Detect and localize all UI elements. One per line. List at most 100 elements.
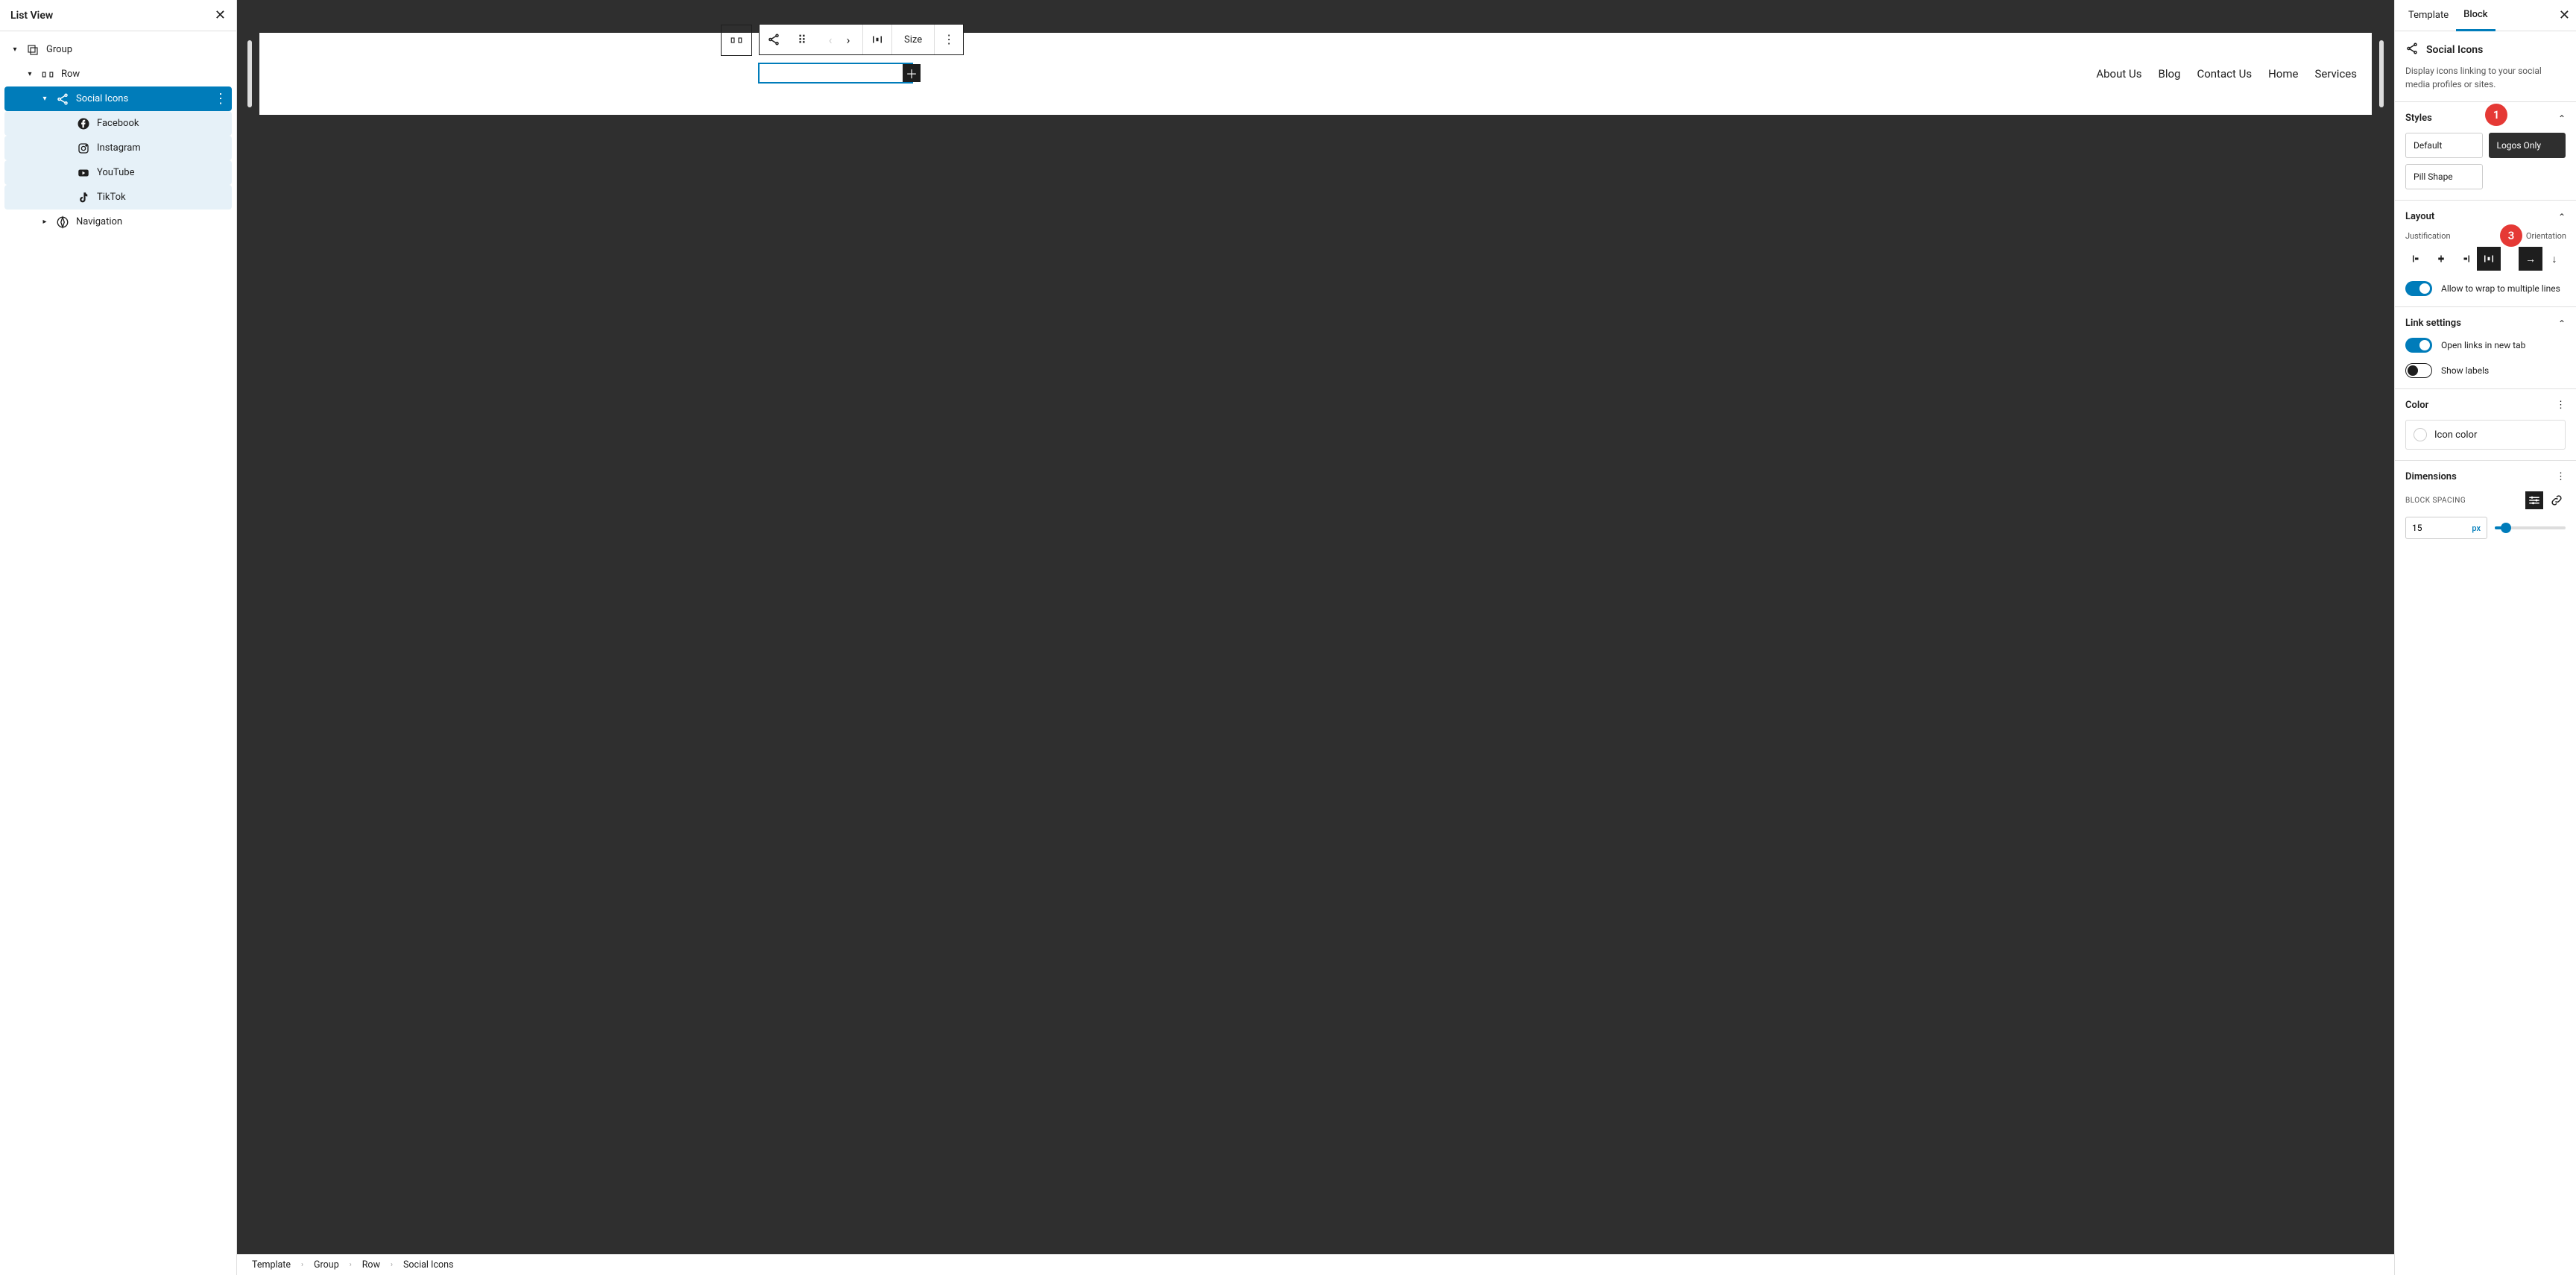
style-default[interactable]: Default [2405, 133, 2483, 158]
tree-item-youtube[interactable]: YouTube [4, 160, 232, 185]
chevron-right-icon: › [350, 1261, 352, 1269]
add-block-button[interactable]: ＋ [903, 64, 921, 82]
nav-link[interactable]: Contact Us [2197, 67, 2252, 81]
more-options-icon[interactable]: ⋮ [214, 91, 226, 107]
group-icon [25, 42, 40, 57]
parent-block-button[interactable] [721, 25, 752, 56]
breadcrumb-item[interactable]: Row [362, 1259, 380, 1271]
tree-label: Facebook [97, 118, 226, 129]
list-view-panel: List View ✕ ▾ Group ▾ Row ▾ Social Icons… [0, 0, 237, 1275]
link-settings-header[interactable]: Link settings ⌃ [2405, 318, 2566, 329]
breadcrumb-item[interactable]: Social Icons [403, 1259, 454, 1271]
chevron-right-icon: › [301, 1261, 303, 1269]
open-new-tab-label: Open links in new tab [2441, 340, 2525, 350]
tree-label: Instagram [97, 142, 226, 154]
block-desc-text: Display icons linking to your social med… [2405, 64, 2566, 91]
list-view-title: List View [10, 10, 53, 22]
chevron-up-icon: ⌃ [2558, 212, 2566, 222]
breadcrumb-item[interactable]: Template [252, 1259, 291, 1271]
justify-button[interactable] [863, 25, 891, 54]
justify-center-button[interactable] [2429, 247, 2453, 271]
tree-item-row[interactable]: ▾ Row [4, 62, 232, 86]
style-logos-only[interactable]: Logos Only [2489, 133, 2566, 158]
open-new-tab-toggle[interactable] [2405, 338, 2432, 353]
scroll-indicator [2379, 40, 2384, 107]
color-header[interactable]: Color ⋮ [2405, 400, 2566, 411]
tree-item-instagram[interactable]: Instagram [4, 136, 232, 160]
layout-section: Layout ⌃ 2 3 Justification Orientation →… [2395, 201, 2576, 307]
settings-panel: Template Block ✕ Social Icons Display ic… [2394, 0, 2576, 1275]
chevron-up-icon: ⌃ [2558, 113, 2566, 124]
row-icon [40, 67, 55, 82]
share-icon [2405, 42, 2419, 58]
tree-item-navigation[interactable]: ▸ Navigation [4, 210, 232, 234]
wrap-toggle[interactable] [2405, 281, 2432, 296]
spacing-value-field[interactable] [2412, 523, 2442, 533]
close-icon[interactable]: ✕ [2559, 7, 2570, 23]
chevron-down-icon: ▾ [40, 95, 49, 103]
tiktok-icon [76, 190, 91, 205]
block-toolbar: ⠿ ‹ › Size ⋮ [759, 24, 964, 55]
annotation-badge: 6 [2394, 503, 2395, 525]
tree-item-group[interactable]: ▾ Group [4, 37, 232, 62]
annotation-badge: 3 [2500, 224, 2522, 247]
orientation-label: Orientation [2519, 231, 2566, 241]
close-icon[interactable]: ✕ [215, 7, 226, 23]
more-options-icon[interactable]: ⋮ [2556, 471, 2566, 482]
annotation-badge: 4 [2394, 330, 2395, 352]
show-labels-toggle[interactable] [2405, 363, 2432, 378]
justify-left-button[interactable] [2405, 247, 2429, 271]
canvas-wrap: ⠿ ‹ › Size ⋮ About Us Blog Contact Us Ho… [237, 0, 2394, 1254]
more-options-icon[interactable]: ⋮ [2556, 400, 2566, 411]
move-right-button[interactable]: › [834, 25, 862, 54]
nav-link[interactable]: About Us [2096, 67, 2141, 81]
tree-label: Group [46, 44, 226, 55]
dimensions-section: Dimensions ⋮ 6 BLOCK SPACING px [2395, 461, 2576, 550]
youtube-icon [76, 166, 91, 180]
block-type-button[interactable] [760, 25, 788, 54]
tree-label: Row [61, 69, 226, 80]
tree-item-social-icons[interactable]: ▾ Social Icons ⋮ [4, 86, 232, 111]
dimensions-header[interactable]: Dimensions ⋮ [2405, 471, 2566, 482]
page-preview: About Us Blog Contact Us Home Services [259, 33, 2372, 115]
color-section: Color ⋮ 5 Icon color [2395, 389, 2576, 461]
chevron-up-icon: ⌃ [2558, 318, 2566, 329]
link-icon[interactable] [2548, 491, 2566, 509]
nav-link[interactable]: Home [2268, 67, 2298, 81]
tab-template[interactable]: Template [2401, 0, 2456, 31]
breadcrumb-item[interactable]: Group [314, 1259, 339, 1271]
more-options-button[interactable]: ⋮ [935, 25, 963, 53]
orientation-horizontal-button[interactable]: → [2519, 247, 2542, 271]
selected-social-icons-block[interactable]: ＋ [758, 63, 913, 84]
block-description: Social Icons Display icons linking to yo… [2395, 31, 2576, 102]
spacing-slider[interactable] [2495, 526, 2566, 529]
size-dropdown[interactable]: Size [892, 34, 934, 45]
annotation-badge: 1 [2485, 104, 2507, 126]
chevron-down-icon: ▾ [25, 70, 34, 78]
tree-item-facebook[interactable]: Facebook [4, 111, 232, 136]
block-spacing-label: BLOCK SPACING [2405, 497, 2521, 505]
layout-header[interactable]: Layout ⌃ [2405, 211, 2566, 222]
nav-link[interactable]: Blog [2158, 67, 2180, 81]
drag-handle-icon[interactable]: ⠿ [788, 25, 816, 54]
spacing-unit[interactable]: px [2472, 523, 2481, 533]
nav-link[interactable]: Services [2314, 67, 2357, 81]
block-spacing-input[interactable]: px [2405, 517, 2487, 539]
tab-block[interactable]: Block [2456, 0, 2495, 31]
annotation-badge: 5 [2394, 419, 2395, 441]
navigation-icon [55, 215, 70, 230]
block-tree: ▾ Group ▾ Row ▾ Social Icons ⋮ Facebook … [0, 31, 236, 1275]
show-labels-label: Show labels [2441, 365, 2489, 376]
chevron-right-icon: › [391, 1261, 393, 1269]
editor-canvas: ⠿ ‹ › Size ⋮ About Us Blog Contact Us Ho… [237, 0, 2394, 1275]
settings-icon[interactable] [2525, 491, 2543, 509]
justify-right-button[interactable] [2453, 247, 2477, 271]
justify-space-between-button[interactable] [2477, 247, 2501, 271]
facebook-icon [76, 116, 91, 131]
style-pill-shape[interactable]: Pill Shape [2405, 164, 2483, 189]
breadcrumb: Template › Group › Row › Social Icons [237, 1254, 2394, 1275]
icon-color-button[interactable]: Icon color [2405, 420, 2566, 450]
orientation-vertical-button[interactable]: ↓ [2542, 247, 2566, 271]
tree-item-tiktok[interactable]: TikTok [4, 185, 232, 210]
scroll-indicator [247, 40, 252, 107]
